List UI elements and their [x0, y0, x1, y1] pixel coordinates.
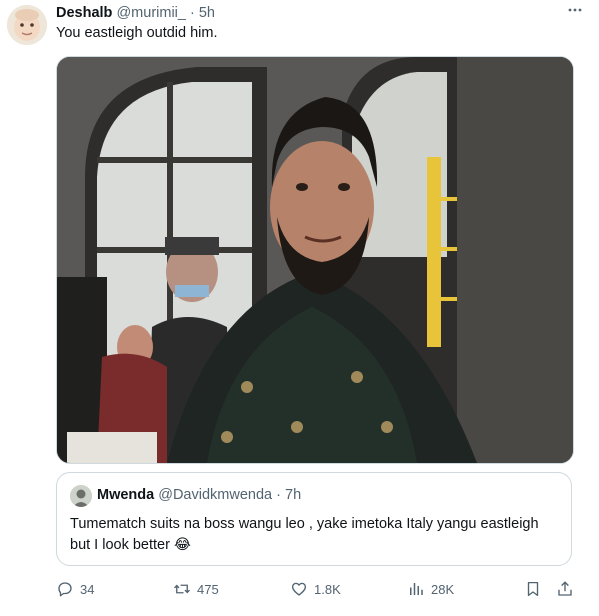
quoted-author-handle[interactable]: @Davidkmwenda — [158, 487, 272, 503]
tweet-media-image[interactable] — [56, 56, 574, 464]
share-icon — [558, 581, 572, 596]
tweet-header: Deshalb @murimii_ · 5h — [56, 4, 589, 22]
author-avatar[interactable] — [7, 5, 47, 45]
scene-image — [57, 57, 573, 463]
separator-dot: · — [189, 5, 195, 21]
retweet-button[interactable]: 475 — [173, 578, 219, 600]
views-button[interactable]: 28K — [407, 578, 454, 600]
tweet-timestamp[interactable]: 5h — [199, 5, 215, 21]
retweet-count: 475 — [197, 581, 219, 597]
like-count: 1.8K — [314, 581, 341, 597]
retweet-icon — [174, 584, 190, 594]
more-options-button[interactable] — [561, 0, 589, 20]
bookmark-button[interactable] — [524, 578, 542, 600]
quoted-author-avatar[interactable] — [70, 485, 92, 507]
tweet[interactable]: Deshalb @murimii_ · 5h You eastleigh out… — [0, 0, 599, 616]
like-button[interactable]: 1.8K — [290, 578, 341, 600]
quoted-tweet[interactable]: Mwenda @Davidkmwenda · 7h Tumematch suit… — [56, 472, 572, 566]
heart-icon — [291, 582, 307, 596]
reply-button[interactable]: 34 — [56, 578, 94, 600]
views-chart-icon — [410, 583, 423, 595]
share-button[interactable] — [556, 578, 574, 600]
more-icon — [568, 8, 582, 12]
bookmark-icon — [527, 581, 539, 597]
quoted-author-name[interactable]: Mwenda — [97, 487, 154, 503]
quoted-tweet-timestamp[interactable]: 7h — [285, 487, 301, 503]
author-handle[interactable]: @murimii_ — [116, 5, 186, 21]
tweet-text: You eastleigh outdid him. — [56, 25, 218, 41]
reply-count: 34 — [80, 581, 95, 597]
separator-dot: · — [276, 487, 281, 503]
quoted-tweet-text: Tumematch suits na boss wangu leo , yake… — [70, 516, 539, 553]
quoted-tweet-header: Mwenda @Davidkmwenda · 7h — [97, 486, 301, 504]
author-name[interactable]: Deshalb — [56, 5, 112, 21]
view-count: 28K — [431, 581, 455, 597]
action-bar: 34 475 1.8K 28K — [56, 578, 576, 600]
reply-icon — [58, 582, 72, 597]
